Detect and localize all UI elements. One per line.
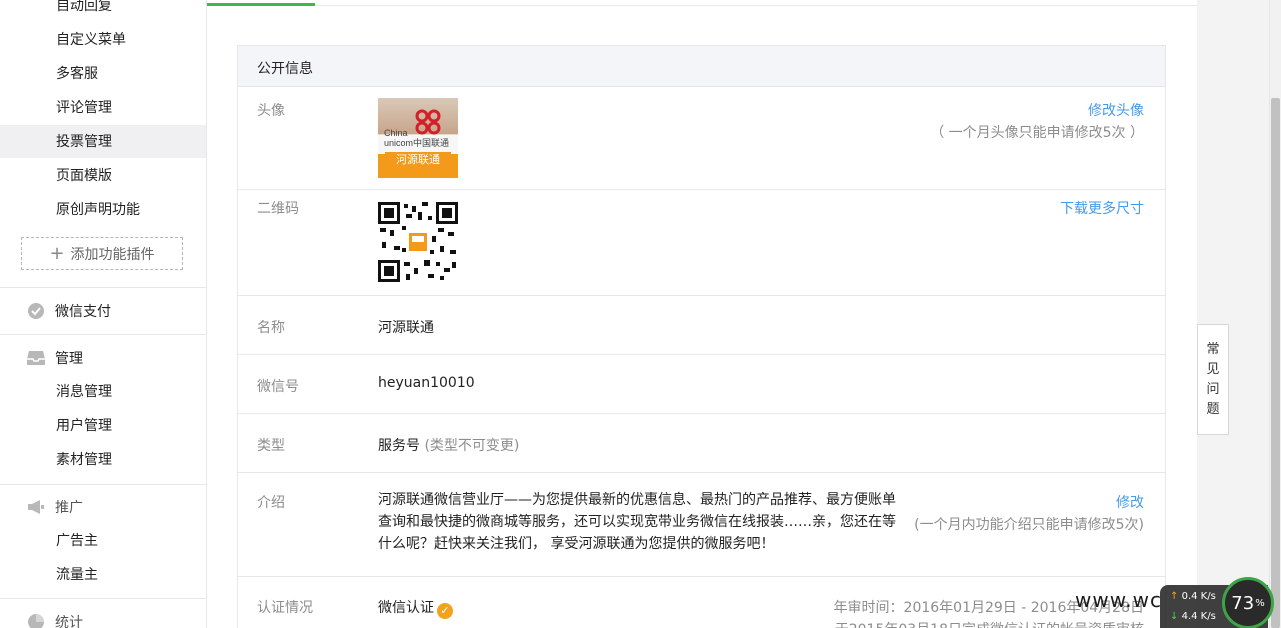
sidebar-divider: [0, 598, 206, 599]
tab-bar: [207, 0, 1197, 6]
sidebar-item-multi-service[interactable]: 多客服: [56, 64, 98, 84]
qrcode-row: 二维码 下载更多尺寸: [238, 190, 1165, 296]
stats-label: 统计: [55, 615, 83, 628]
public-info-panel: 公开信息 头像 China unicom中国联通 河源联通 修改头像 （ 一个月…: [237, 45, 1166, 628]
sidebar-item-custom-menu[interactable]: 自定义菜单: [56, 30, 126, 50]
avatar-brand-text: China unicom中国联通: [384, 128, 449, 148]
change-avatar-link[interactable]: 修改头像: [1088, 100, 1144, 120]
pie-chart-icon: [28, 614, 44, 628]
wechat-pay-label: 微信支付: [55, 304, 111, 320]
promote-label: 推广: [55, 500, 83, 516]
scrollbar-thumb[interactable]: [1271, 98, 1280, 628]
verify-row: 认证情况 微信认证 ✓ 年审时间：2016年01月29日 - 2016年04月28…: [238, 577, 1165, 628]
edit-intro-link[interactable]: 修改: [1116, 492, 1144, 512]
avatar-label: 头像: [257, 103, 285, 119]
download-speed-value: 4.4 K/s: [1181, 611, 1216, 622]
wechat-id-label: 微信号: [257, 379, 299, 395]
faq-char: 问: [1206, 381, 1220, 397]
tab-active-indicator: [207, 3, 315, 6]
name-label: 名称: [257, 320, 285, 336]
intro-note: (一个月内功能介绍只能申请修改5次): [914, 517, 1144, 533]
type-hint: (类型不可变更): [424, 438, 520, 454]
gauge-value: 73: [1231, 592, 1255, 614]
sidebar-item-message-manage[interactable]: 消息管理: [56, 382, 112, 402]
main-content: 公开信息 头像 China unicom中国联通 河源联通 修改头像 （ 一个月…: [207, 0, 1197, 628]
manage-label: 管理: [55, 351, 83, 367]
faq-char: 题: [1206, 401, 1220, 417]
type-value: 服务号 (类型不可变更): [378, 435, 519, 455]
sidebar-section-manage: 管理: [26, 348, 83, 368]
sidebar-divider: [0, 484, 206, 485]
faq-tab[interactable]: 常 见 问 题: [1197, 324, 1229, 435]
add-plugin-label: 添加功能插件: [70, 246, 155, 263]
verify-value-text: 微信认证: [378, 600, 434, 616]
watermark: www.wc: [1075, 588, 1162, 612]
sidebar: 自动回复 自定义菜单 多客服 评论管理 投票管理 页面模版 原创声明功能 + 添…: [0, 0, 207, 628]
qr-code-image[interactable]: [378, 202, 458, 282]
avatar-badge: 河源联通: [385, 152, 451, 168]
sidebar-item-page-template[interactable]: 页面模版: [56, 166, 112, 186]
wechat-id-row: 微信号 heyuan10010: [238, 355, 1165, 414]
faq-char: 常: [1206, 341, 1220, 357]
avatar: China unicom中国联通 河源联通: [378, 98, 458, 178]
sidebar-divider: [0, 287, 206, 288]
verified-check-icon: ✓: [437, 603, 453, 619]
panel-title: 公开信息: [257, 61, 313, 77]
avatar-brand-line-1: China: [384, 128, 408, 138]
gauge-unit: %: [1255, 597, 1265, 609]
upload-speed: ↑ 0.4 K/s: [1170, 591, 1216, 602]
wechat-pay-icon: [28, 303, 44, 319]
verify-note-completed: 于2015年03月18日完成微信认证的帐号资质审核: [835, 619, 1144, 628]
name-value: 河源联通: [378, 320, 434, 336]
intro-label: 介绍: [257, 495, 285, 511]
avatar-brand-line-2: unicom中国联通: [384, 138, 450, 148]
sidebar-divider: [0, 334, 206, 335]
sidebar-section-stats: 统计: [26, 612, 83, 628]
sidebar-item-traffic-owner[interactable]: 流量主: [56, 565, 98, 585]
download-arrow-icon: ↓: [1170, 611, 1179, 622]
sidebar-item-vote-manage[interactable]: 投票管理: [56, 132, 112, 152]
plus-icon: +: [49, 242, 65, 264]
type-row: 类型 服务号 (类型不可变更): [238, 414, 1165, 473]
sidebar-item-original-claim[interactable]: 原创声明功能: [56, 200, 140, 220]
sidebar-section-wechat-pay[interactable]: 微信支付: [26, 301, 111, 321]
upload-arrow-icon: ↑: [1170, 591, 1179, 602]
right-gutter: [1197, 0, 1269, 628]
add-plugin-button[interactable]: + 添加功能插件: [21, 237, 183, 270]
type-value-text: 服务号: [378, 438, 420, 454]
wechat-id-value: heyuan10010: [378, 375, 475, 391]
sidebar-item-auto-reply[interactable]: 自动回复: [56, 0, 112, 16]
sidebar-section-promote: 推广: [26, 497, 83, 517]
type-label: 类型: [257, 438, 285, 454]
usage-gauge: 73%: [1222, 577, 1274, 628]
verify-label: 认证情况: [257, 600, 313, 616]
download-more-sizes-link[interactable]: 下载更多尺寸: [1060, 198, 1144, 218]
sidebar-item-user-manage[interactable]: 用户管理: [56, 416, 112, 436]
sidebar-item-material-manage[interactable]: 素材管理: [56, 450, 112, 470]
sidebar-item-advertiser[interactable]: 广告主: [56, 531, 98, 551]
avatar-note: （ 一个月头像只能申请修改5次 ）: [930, 125, 1144, 141]
inbox-icon: [27, 351, 45, 365]
download-speed: ↓ 4.4 K/s: [1170, 611, 1216, 622]
qrcode-label: 二维码: [257, 201, 299, 217]
panel-header: 公开信息: [238, 46, 1165, 87]
sidebar-item-comment-manage[interactable]: 评论管理: [56, 98, 112, 118]
verify-value: 微信认证 ✓: [378, 597, 453, 619]
faq-char: 见: [1206, 361, 1220, 377]
intro-row: 介绍 河源联通微信营业厅——为您提供最新的优惠信息、最热门的产品推荐、最方便账单…: [238, 473, 1165, 577]
avatar-row: 头像 China unicom中国联通 河源联通 修改头像 （ 一个月头像只能申…: [238, 88, 1165, 190]
name-row: 名称 河源联通: [238, 296, 1165, 355]
megaphone-icon: [28, 500, 44, 514]
upload-speed-value: 0.4 K/s: [1181, 591, 1216, 602]
intro-value: 河源联通微信营业厅——为您提供最新的优惠信息、最热门的产品推荐、最方便账单查询和…: [378, 492, 896, 552]
